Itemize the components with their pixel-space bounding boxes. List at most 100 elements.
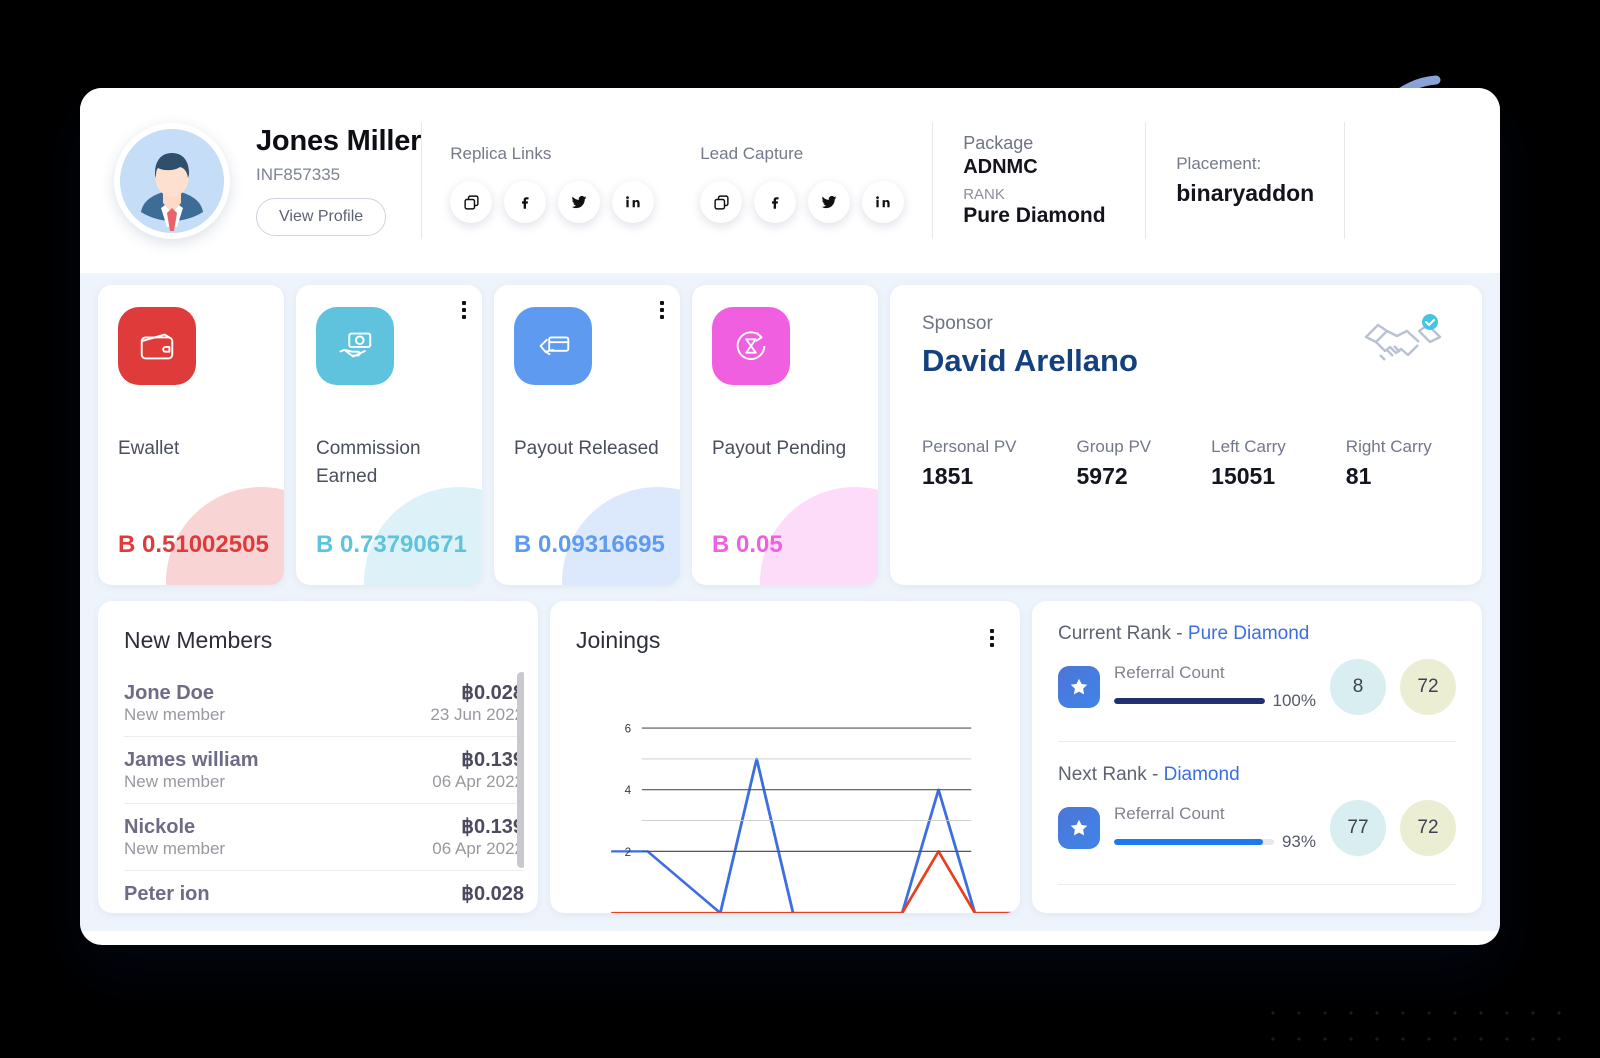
- list-item[interactable]: Jone Doe ฿0.028 New member 23 Jun 2022: [124, 670, 524, 737]
- wallet-icon: [118, 307, 196, 385]
- stat-label: Commission Earned: [316, 435, 462, 490]
- stat-card-commission-earned[interactable]: Commission Earned B 0.73790671: [296, 285, 482, 585]
- referral-count-label: Referral Count: [1114, 804, 1316, 824]
- referral-count-label: Referral Count: [1114, 663, 1316, 683]
- hand-money-icon: [316, 307, 394, 385]
- member-date: 06 Apr 2022: [432, 772, 524, 792]
- current-rank-prefix: Current Rank -: [1058, 623, 1183, 644]
- header-divider-4: [1344, 122, 1345, 239]
- star-icon: [1058, 807, 1100, 849]
- replica-twitter-icon[interactable]: [558, 181, 600, 223]
- current-rank-heading: Current Rank - Pure Diamond: [1058, 623, 1456, 645]
- stat-label: Payout Released: [514, 435, 660, 463]
- rank-divider-bottom: [1058, 884, 1456, 885]
- new-members-panel: New Members Jone Doe ฿0.028 New member 2…: [98, 601, 538, 913]
- placement-block: Placement: binaryaddon: [1146, 154, 1344, 207]
- current-rank-row: Referral Count 100% 8 72: [1058, 659, 1456, 715]
- stat-value: B 0.09316695: [514, 531, 665, 559]
- next-rank-prefix: Next Rank -: [1058, 764, 1158, 785]
- member-amount: ฿0.139: [461, 814, 524, 839]
- svg-text:2: 2: [625, 846, 632, 859]
- rank-value: Pure Diamond: [963, 204, 1115, 228]
- page-title: Joinings: [550, 601, 1020, 654]
- member-amount: ฿0.028: [461, 680, 524, 705]
- stat-value: B 0.05: [712, 531, 783, 559]
- sponsor-metric: Left Carry 15051: [1211, 437, 1286, 490]
- page-title: New Members: [98, 601, 538, 654]
- card-swipe-icon: [514, 307, 592, 385]
- current-right-circle: 72: [1400, 659, 1456, 715]
- next-right-circle: 72: [1400, 800, 1456, 856]
- identity-block: Jones Miller INF857335 View Profile: [256, 125, 421, 236]
- next-rank-row: Referral Count 93% 77 72: [1058, 800, 1456, 856]
- avatar-illustration: [120, 129, 224, 233]
- list-scrollbar[interactable]: [517, 672, 524, 868]
- progress-fill: [1114, 839, 1263, 845]
- placement-label: Placement:: [1176, 154, 1314, 174]
- decorative-dot-grid-bottom-right: [1260, 1000, 1580, 1056]
- links-group: Replica Links: [422, 138, 932, 223]
- progress-fill: [1114, 698, 1265, 704]
- progress-track: [1114, 698, 1265, 704]
- member-name: Jone Doe: [124, 682, 214, 705]
- sponsor-metric: Personal PV 1851: [922, 437, 1017, 490]
- more-vertical-icon[interactable]: [660, 301, 664, 319]
- stat-value: B 0.51002505: [118, 531, 269, 559]
- dashboard-window: Jones Miller INF857335 View Profile Repl…: [80, 88, 1500, 945]
- member-subtitle: New member: [124, 772, 225, 792]
- rank-divider: [1058, 741, 1456, 742]
- next-rank-progress: Referral Count 93%: [1114, 804, 1316, 852]
- stat-card-ewallet[interactable]: Ewallet B 0.51002505: [98, 285, 284, 585]
- star-icon: [1058, 666, 1100, 708]
- lead-twitter-icon[interactable]: [808, 181, 850, 223]
- list-item[interactable]: Nickole ฿0.139 New member 06 Apr 2022: [124, 804, 524, 871]
- stat-label: Ewallet: [118, 435, 264, 463]
- rank-label: RANK: [963, 186, 1115, 203]
- list-item[interactable]: Peter ion ฿0.028 New member 06 Apr 2022: [124, 871, 524, 906]
- stat-card-payout-pending[interactable]: Payout Pending B 0.05: [692, 285, 878, 585]
- lead-copy-icon[interactable]: [700, 181, 742, 223]
- package-label: Package: [963, 133, 1115, 154]
- user-name: Jones Miller: [256, 125, 421, 158]
- metric-value: 5972: [1077, 463, 1152, 490]
- current-left-circle: 8: [1330, 659, 1386, 715]
- metric-label: Group PV: [1077, 437, 1152, 457]
- stat-card-payout-released[interactable]: Payout Released B 0.09316695: [494, 285, 680, 585]
- svg-text:6: 6: [625, 723, 632, 736]
- svg-text:4: 4: [625, 784, 632, 797]
- list-item[interactable]: James william ฿0.139 New member 06 Apr 2…: [124, 737, 524, 804]
- replica-linkedin-icon[interactable]: [612, 181, 654, 223]
- sponsor-card: Sponsor David Arellano Personal P: [890, 285, 1482, 585]
- next-rank-heading: Next Rank - Diamond: [1058, 764, 1456, 786]
- lead-capture-label: Lead Capture: [700, 144, 904, 164]
- package-value: ADNMC: [963, 156, 1115, 179]
- sponsor-metric: Right Carry 81: [1346, 437, 1432, 490]
- joinings-panel: Joinings 2 4 6: [550, 601, 1020, 913]
- more-vertical-icon[interactable]: [462, 301, 466, 319]
- hourglass-refresh-icon: [712, 307, 790, 385]
- progress-percent: 93%: [1282, 832, 1316, 852]
- lead-capture-group: Lead Capture: [700, 138, 904, 223]
- replica-copy-icon[interactable]: [450, 181, 492, 223]
- view-profile-button[interactable]: View Profile: [256, 198, 386, 236]
- metric-label: Personal PV: [922, 437, 1017, 457]
- rank-progress-panel: Current Rank - Pure Diamond Referral Cou…: [1032, 601, 1482, 913]
- more-vertical-icon[interactable]: [990, 629, 994, 647]
- lead-facebook-icon[interactable]: [754, 181, 796, 223]
- current-rank-progress: Referral Count 100%: [1114, 663, 1316, 711]
- replica-facebook-icon[interactable]: [504, 181, 546, 223]
- current-rank-value[interactable]: Pure Diamond: [1188, 623, 1309, 644]
- bottom-row: New Members Jone Doe ฿0.028 New member 2…: [80, 601, 1500, 931]
- next-rank-value[interactable]: Diamond: [1164, 764, 1240, 785]
- sponsor-metrics: Personal PV 1851 Group PV 5972 Left Carr…: [922, 437, 1450, 490]
- user-code: INF857335: [256, 165, 421, 185]
- joinings-chart: 2 4 6: [550, 697, 1020, 913]
- stats-band: Ewallet B 0.51002505 Commission Earned B…: [80, 273, 1500, 601]
- member-date: 23 Jun 2022: [430, 705, 524, 725]
- metric-value: 15051: [1211, 463, 1286, 490]
- progress-track: [1114, 839, 1274, 845]
- avatar: [114, 123, 230, 239]
- lead-linkedin-icon[interactable]: [862, 181, 904, 223]
- replica-links-label: Replica Links: [450, 144, 654, 164]
- new-members-list[interactable]: Jone Doe ฿0.028 New member 23 Jun 2022 J…: [124, 670, 524, 906]
